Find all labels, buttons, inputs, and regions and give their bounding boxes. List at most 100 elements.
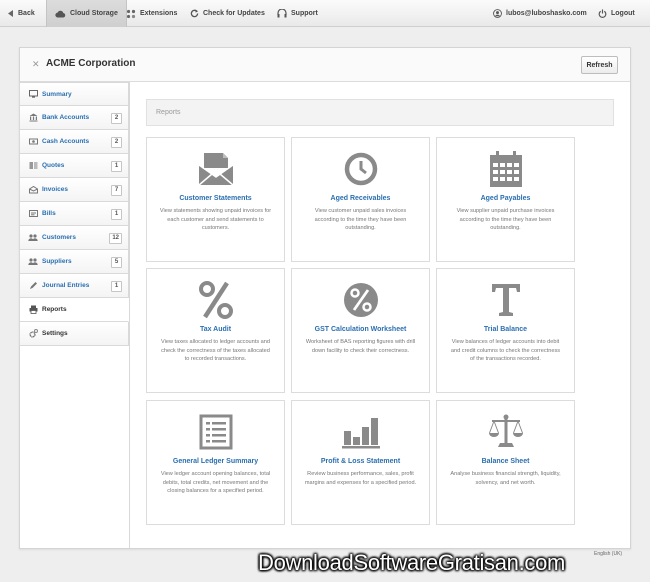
check-updates-button[interactable]: Check for Updates <box>190 0 265 27</box>
suppliers-icon <box>28 257 38 267</box>
report-card-profit-loss-statement[interactable]: Profit & Loss Statement Review business … <box>291 400 430 525</box>
sidebar-item-customers[interactable]: Customers 12 <box>19 226 129 250</box>
count-badge: 2 <box>111 113 122 124</box>
report-title[interactable]: Aged Payables <box>437 195 574 202</box>
bill-icon <box>28 209 38 219</box>
ledger-icon <box>147 411 284 453</box>
report-title[interactable]: General Ledger Summary <box>147 458 284 465</box>
sidebar: Summary Bank Accounts 2 Cash Accounts 2 … <box>19 82 129 346</box>
bank-icon <box>28 113 38 123</box>
percent-circle-icon <box>292 279 429 321</box>
t-letter-icon <box>437 279 574 321</box>
top-toolbar: Back Cloud Storage Extensions Check for … <box>0 0 650 27</box>
quotes-icon <box>28 161 38 171</box>
report-title[interactable]: Profit & Loss Statement <box>292 458 429 465</box>
calendar-icon <box>437 148 574 190</box>
user-account-button[interactable]: lubos@luboshasko.com <box>493 0 587 27</box>
customers-icon <box>28 233 38 243</box>
watermark-text: DownloadSoftwareGratisan.com <box>258 550 566 575</box>
sidebar-item-label: Journal Entries <box>42 282 90 289</box>
count-badge: 7 <box>111 185 122 196</box>
count-badge: 1 <box>111 161 122 172</box>
report-title[interactable]: Aged Receivables <box>292 195 429 202</box>
report-description: Review business performance, sales, prof… <box>304 471 417 486</box>
count-badge: 2 <box>111 137 122 148</box>
monitor-icon <box>28 89 38 99</box>
sidebar-item-summary[interactable]: Summary <box>19 82 129 106</box>
sidebar-item-label: Bank Accounts <box>42 114 90 121</box>
report-description: View customer unpaid sales invoices acco… <box>314 208 407 232</box>
sidebar-item-label: Reports <box>42 306 67 313</box>
reports-header-bar: Reports <box>146 99 614 126</box>
report-card-gst-calculation-worksheet[interactable]: GST Calculation Worksheet Worksheet of B… <box>291 268 430 393</box>
sidebar-item-journal-entries[interactable]: Journal Entries 1 <box>19 274 129 298</box>
extensions-button[interactable]: Extensions <box>126 0 177 27</box>
sidebar-item-quotes[interactable]: Quotes 1 <box>19 154 129 178</box>
sidebar-item-label: Invoices <box>42 186 69 193</box>
report-card-aged-payables[interactable]: Aged Payables View supplier unpaid purch… <box>436 137 575 262</box>
company-name: ACME Corporation <box>46 58 136 69</box>
report-card-aged-receivables[interactable]: Aged Receivables View customer unpaid sa… <box>291 137 430 262</box>
power-icon <box>598 9 607 18</box>
language-selector[interactable]: English (UK) <box>594 551 622 557</box>
refresh-button[interactable]: Refresh <box>581 56 618 74</box>
report-card-trial-balance[interactable]: Trial Balance View balances of ledger ac… <box>436 268 575 393</box>
sidebar-item-settings[interactable]: Settings <box>19 322 129 346</box>
cloud-storage-button[interactable]: Cloud Storage <box>46 0 127 27</box>
count-badge: 1 <box>111 209 122 220</box>
report-description: View balances of ledger accounts into de… <box>450 339 561 363</box>
sidebar-item-label: Suppliers <box>42 258 72 265</box>
sidebar-item-label: Quotes <box>42 162 65 169</box>
count-badge: 12 <box>109 233 122 244</box>
sidebar-item-label: Summary <box>42 90 72 98</box>
panel-header: ✕ ACME Corporation Refresh <box>20 48 630 82</box>
sidebar-item-label: Settings <box>42 330 68 337</box>
sidebar-item-suppliers[interactable]: Suppliers 5 <box>19 250 129 274</box>
journal-icon <box>28 281 38 291</box>
report-card-general-ledger-summary[interactable]: General Ledger Summary View ledger accou… <box>146 400 285 525</box>
sidebar-item-bills[interactable]: Bills 1 <box>19 202 129 226</box>
cloud-icon <box>55 10 66 18</box>
printer-icon <box>28 305 38 315</box>
sidebar-item-bank-accounts[interactable]: Bank Accounts 2 <box>19 106 129 130</box>
report-title[interactable]: Balance Sheet <box>437 458 574 465</box>
extensions-icon <box>126 9 136 18</box>
envelope-icon <box>147 148 284 190</box>
sidebar-item-label: Cash Accounts <box>42 138 90 145</box>
sidebar-item-label: Bills <box>42 210 56 217</box>
report-description: View taxes allocated to ledger accounts … <box>160 339 271 363</box>
report-card-tax-audit[interactable]: Tax Audit View taxes allocated to ledger… <box>146 268 285 393</box>
report-title[interactable]: GST Calculation Worksheet <box>292 326 429 333</box>
report-description: View supplier unpaid purchase invoices a… <box>456 208 555 232</box>
bar-chart-icon <box>292 411 429 453</box>
sidebar-item-invoices[interactable]: Invoices 7 <box>19 178 129 202</box>
scales-icon <box>437 411 574 453</box>
sidebar-item-cash-accounts[interactable]: Cash Accounts 2 <box>19 130 129 154</box>
sidebar-item-label: Customers <box>42 234 76 241</box>
count-badge: 1 <box>111 281 122 292</box>
logout-button[interactable]: Logout <box>598 0 635 27</box>
support-icon <box>277 9 287 18</box>
report-description: Analyse business financial strength, liq… <box>450 471 561 486</box>
report-description: View ledger account opening balances, to… <box>160 471 271 495</box>
back-arrow-icon <box>8 10 13 17</box>
cash-icon <box>28 137 38 147</box>
report-title[interactable]: Customer Statements <box>147 195 284 202</box>
close-icon[interactable]: ✕ <box>32 59 40 70</box>
report-card-customer-statements[interactable]: Customer Statements View statements show… <box>146 137 285 262</box>
clock-icon <box>292 148 429 190</box>
user-icon <box>493 9 502 18</box>
report-title[interactable]: Trial Balance <box>437 326 574 333</box>
sidebar-item-reports[interactable]: Reports <box>19 298 129 322</box>
back-button[interactable]: Back <box>8 0 35 27</box>
gear-icon <box>28 329 38 339</box>
report-description: View statements showing unpaid invoices … <box>159 208 272 232</box>
report-title[interactable]: Tax Audit <box>147 326 284 333</box>
refresh-icon <box>190 9 199 18</box>
reports-content: Reports Customer Statements View stateme… <box>129 82 630 548</box>
support-button[interactable]: Support <box>277 0 318 27</box>
invoice-icon <box>28 185 38 195</box>
report-card-balance-sheet[interactable]: Balance Sheet Analyse business financial… <box>436 400 575 525</box>
percent-icon <box>147 279 284 321</box>
report-description: Worksheet of BAS reporting figures with … <box>305 339 416 354</box>
